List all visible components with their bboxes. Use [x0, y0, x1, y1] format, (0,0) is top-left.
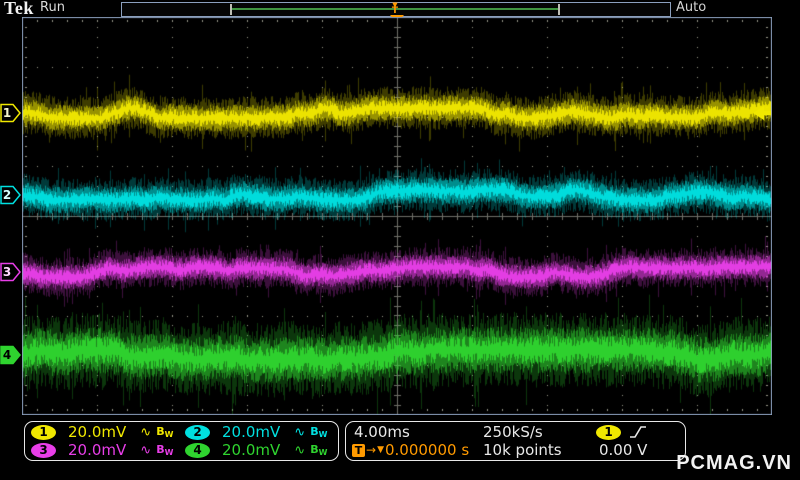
- channel1-scale: 20.0mV: [68, 423, 127, 441]
- channel2-badge: 2: [185, 424, 210, 440]
- channel2-marker-label: 2: [3, 188, 11, 202]
- channel-readout-box: 1 20.0mV ∿ BW 2 20.0mV ∿ BW 3 20.0mV ∿ B…: [24, 421, 339, 461]
- trigger-position-readout[interactable]: T → ▼ 0.000000 s: [352, 441, 469, 459]
- channel2-position-marker[interactable]: 2: [0, 185, 22, 205]
- trigger-level-readout: 0.00 V: [599, 441, 648, 459]
- channel4-readout[interactable]: 4 20.0mV ∿ BW: [185, 441, 327, 459]
- channel3-coupling-icon: ∿: [140, 442, 152, 458]
- channel1-marker-label: 1: [3, 106, 11, 120]
- trigger-position-value: 0.000000 s: [384, 441, 470, 459]
- arrow-right-icon: →: [366, 443, 377, 457]
- channel4-coupling-icon: ∿: [294, 442, 306, 458]
- record-window-bracket-left[interactable]: [230, 4, 232, 15]
- trigger-slope-rising-icon: [630, 426, 646, 438]
- sample-rate: 250kS/s: [483, 423, 543, 441]
- trigger-source-readout[interactable]: 1: [596, 423, 647, 441]
- record-trigger-position-icon[interactable]: ▼ T: [388, 2, 402, 16]
- channel1-bandwidth-icon: BW: [156, 425, 174, 439]
- horizontal-trigger-box: 4.00ms 250kS/s 1 T → ▼ 0.000000 s 10k po…: [345, 421, 686, 461]
- channel4-scale: 20.0mV: [222, 441, 281, 459]
- channel3-bandwidth-icon: BW: [156, 443, 174, 457]
- channel4-position-marker[interactable]: 4: [0, 345, 22, 365]
- channel3-marker-label: 3: [3, 265, 11, 279]
- channel4-badge: 4: [185, 442, 210, 458]
- channel4-marker-label: 4: [3, 348, 11, 362]
- acquisition-state: Run: [40, 0, 65, 15]
- trigger-level-arrow-icon[interactable]: [753, 106, 771, 120]
- triangle-down-icon: ▼: [377, 445, 384, 455]
- channel1-badge: 1: [31, 424, 56, 440]
- channel4-bandwidth-icon: BW: [310, 443, 328, 457]
- trigger-t-icon: T: [352, 443, 365, 457]
- channel2-coupling-icon: ∿: [294, 424, 306, 440]
- record-length: 10k points: [483, 441, 562, 459]
- channel3-badge: 3: [31, 442, 56, 458]
- channel2-scale: 20.0mV: [222, 423, 281, 441]
- trigger-source-badge: 1: [596, 424, 621, 440]
- channel2-bandwidth-icon: BW: [310, 425, 328, 439]
- channel1-readout[interactable]: 1 20.0mV ∿ BW: [31, 423, 173, 441]
- watermark: PCMAG.VN: [676, 452, 792, 474]
- channel1-coupling-icon: ∿: [140, 424, 152, 440]
- channel1-position-marker[interactable]: 1: [0, 103, 22, 123]
- channel3-readout[interactable]: 3 20.0mV ∿ BW: [31, 441, 173, 459]
- waveform-display: [22, 17, 772, 415]
- channel3-scale: 20.0mV: [68, 441, 127, 459]
- trigger-mode-label: Auto: [676, 0, 707, 15]
- channel3-position-marker[interactable]: 3: [0, 262, 22, 282]
- oscilloscope-screen: Tek Run Auto ▼ T T 1 2 3 4 1: [0, 0, 800, 480]
- channel2-readout[interactable]: 2 20.0mV ∿ BW: [185, 423, 327, 441]
- record-window-bracket-right[interactable]: [558, 4, 560, 15]
- horizontal-scale: 4.00ms: [354, 423, 410, 441]
